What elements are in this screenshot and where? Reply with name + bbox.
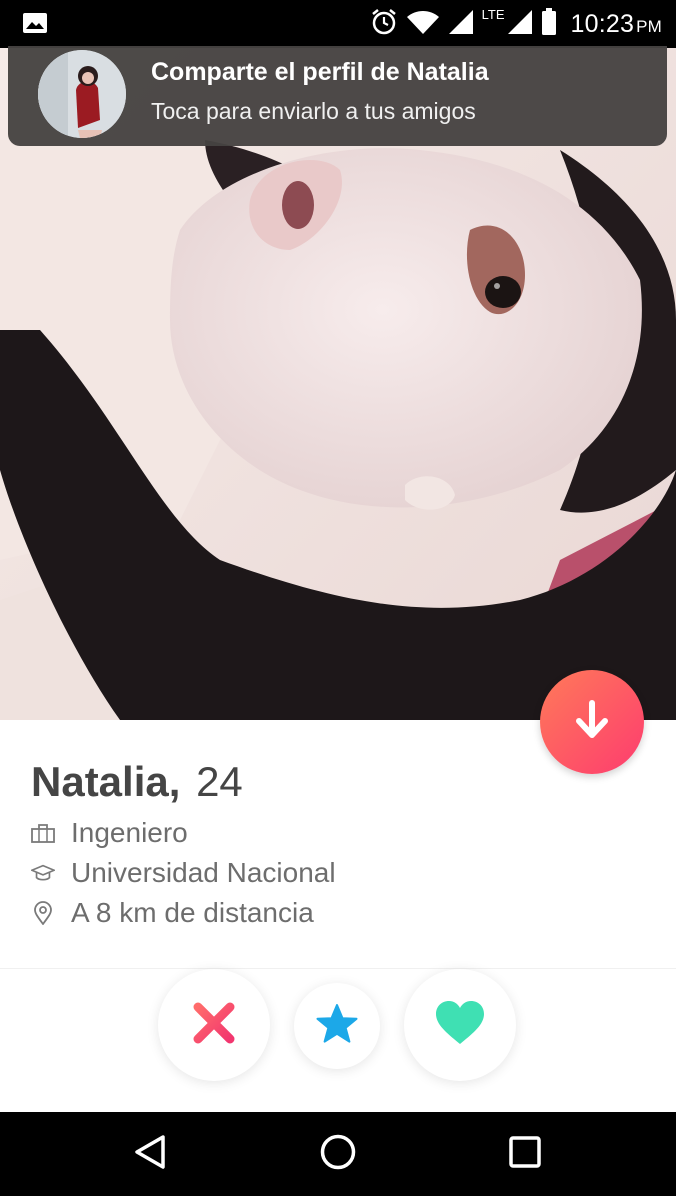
action-bar <box>0 968 676 1112</box>
signal-icon <box>448 9 474 40</box>
back-button[interactable] <box>130 1134 170 1174</box>
arrow-down-icon <box>574 699 610 745</box>
profile-age: 24 <box>196 758 243 805</box>
profile-distance-text: A 8 km de distancia <box>71 897 314 928</box>
recents-button[interactable] <box>505 1134 545 1174</box>
status-bar: LTE 10:23 PM <box>0 0 676 48</box>
home-button[interactable] <box>318 1134 358 1174</box>
wifi-icon <box>406 9 440 40</box>
like-button[interactable] <box>404 969 516 1081</box>
network-label: LTE <box>481 6 505 22</box>
profile-name: Natalia, <box>31 758 181 805</box>
location-pin-icon <box>31 901 55 925</box>
briefcase-icon <box>31 821 55 845</box>
home-icon <box>319 1133 357 1176</box>
system-nav-bar <box>0 1112 676 1196</box>
image-icon <box>22 12 48 34</box>
profile-distance: A 8 km de distancia <box>31 896 314 930</box>
profile-name-age: Natalia, 24 <box>31 758 243 806</box>
x-icon <box>190 999 238 1052</box>
profile-school: Universidad Nacional <box>31 856 336 890</box>
profile-job: Ingeniero <box>31 816 188 850</box>
heart-icon <box>434 1000 486 1051</box>
status-icons: LTE 10:23 PM <box>370 0 662 48</box>
nope-button[interactable] <box>158 969 270 1081</box>
signal-icon <box>507 9 533 40</box>
profile-job-text: Ingeniero <box>71 817 188 848</box>
notification-subtitle: Toca para enviarlo a tus amigos <box>151 98 476 124</box>
avatar <box>38 50 126 138</box>
star-icon <box>315 1003 359 1050</box>
alarm-icon <box>370 8 398 41</box>
super-like-button[interactable] <box>294 983 380 1069</box>
profile-school-text: Universidad Nacional <box>71 857 336 888</box>
notification-title: Comparte el perfil de Natalia <box>151 58 489 86</box>
battery-icon <box>541 7 557 41</box>
clock: 10:23 PM <box>570 9 662 38</box>
back-icon <box>133 1134 167 1175</box>
share-profile-notification[interactable]: Comparte el perfil de Natalia Toca para … <box>8 46 667 146</box>
recents-icon <box>508 1135 542 1174</box>
close-profile-button[interactable] <box>540 670 644 774</box>
graduation-cap-icon <box>31 861 55 885</box>
